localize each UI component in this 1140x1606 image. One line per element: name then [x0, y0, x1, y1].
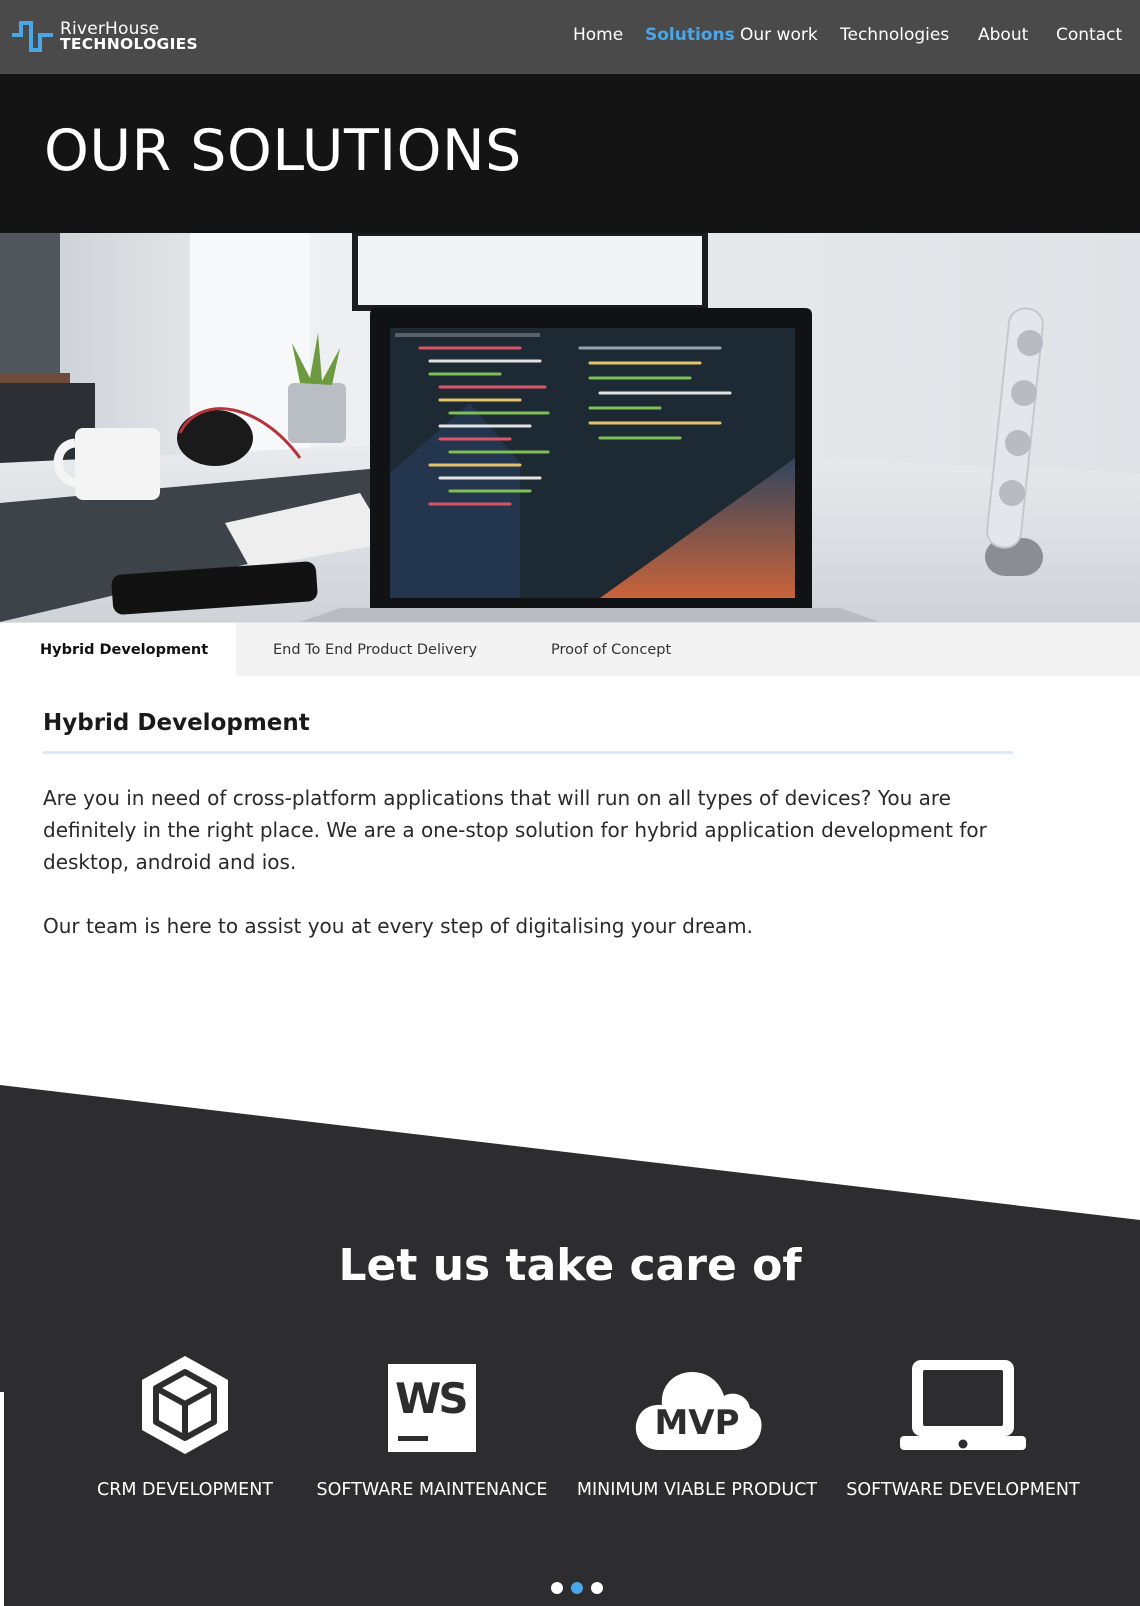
content-paragraph-1: Are you in need of cross-platform applic…: [43, 786, 987, 874]
cube-icon: [142, 1356, 228, 1454]
ws-icon: WS: [388, 1364, 476, 1452]
carousel-dot-1[interactable]: [551, 1582, 563, 1594]
slanted-section-background: [0, 1085, 1140, 1606]
services-heading: Let us take care of: [338, 1240, 802, 1291]
content-heading: Hybrid Development: [43, 710, 310, 736]
laptop-icon: [900, 1360, 1026, 1450]
services-section: [0, 1080, 1140, 1606]
service-software-maintenance[interactable]: WS SOFTWARE MAINTENANCE: [302, 1350, 562, 1500]
nav-our-work[interactable]: Our work: [740, 25, 818, 45]
mvp-icon-text: MVP: [654, 1403, 739, 1443]
service-label: SOFTWARE MAINTENANCE: [316, 1480, 548, 1500]
mvp-cloud-icon: MVP: [635, 1372, 762, 1450]
tab-proof-of-concept[interactable]: Proof of Concept: [551, 623, 671, 677]
service-label: MINIMUM VIABLE PRODUCT: [576, 1480, 818, 1500]
service-label: SOFTWARE DEVELOPMENT: [846, 1480, 1080, 1500]
heading-divider: [43, 751, 1013, 754]
solutions-tabs: Hybrid Development End To End Product De…: [0, 622, 1140, 677]
left-edge-strip: [0, 1392, 4, 1606]
main-menu: Home Solutions Our work Technologies Abo…: [0, 25, 1140, 49]
ws-icon-text: WS: [395, 1374, 466, 1423]
nav-solutions[interactable]: Solutions: [645, 25, 735, 45]
carousel-dot-3[interactable]: [591, 1582, 603, 1594]
nav-contact[interactable]: Contact: [1056, 25, 1122, 45]
tab-end-to-end-product-delivery[interactable]: End To End Product Delivery: [273, 623, 477, 677]
carousel-dot-2[interactable]: [571, 1582, 583, 1594]
nav-about[interactable]: About: [978, 25, 1028, 45]
content-paragraph-2: Our team is here to assist you at every …: [43, 914, 754, 938]
service-minimum-viable-product[interactable]: MVP MINIMUM VIABLE PRODUCT: [567, 1350, 827, 1500]
hero-photo: [0, 233, 1140, 622]
top-navigation: RiverHouse TECHNOLOGIES Home Solutions O…: [0, 0, 1140, 74]
nav-home[interactable]: Home: [573, 25, 623, 45]
hero-banner: OUR SOLUTIONS: [0, 74, 1140, 233]
nav-technologies[interactable]: Technologies: [840, 25, 949, 45]
page-title: OUR SOLUTIONS: [44, 118, 522, 184]
laptop-desk-illustration: [0, 233, 1140, 622]
service-label: CRM DEVELOPMENT: [97, 1480, 273, 1500]
service-software-development[interactable]: SOFTWARE DEVELOPMENT: [833, 1350, 1093, 1500]
tab-hybrid-development[interactable]: Hybrid Development: [0, 623, 236, 677]
service-crm-development[interactable]: CRM DEVELOPMENT: [55, 1350, 315, 1500]
carousel-pagination: [548, 1582, 608, 1596]
